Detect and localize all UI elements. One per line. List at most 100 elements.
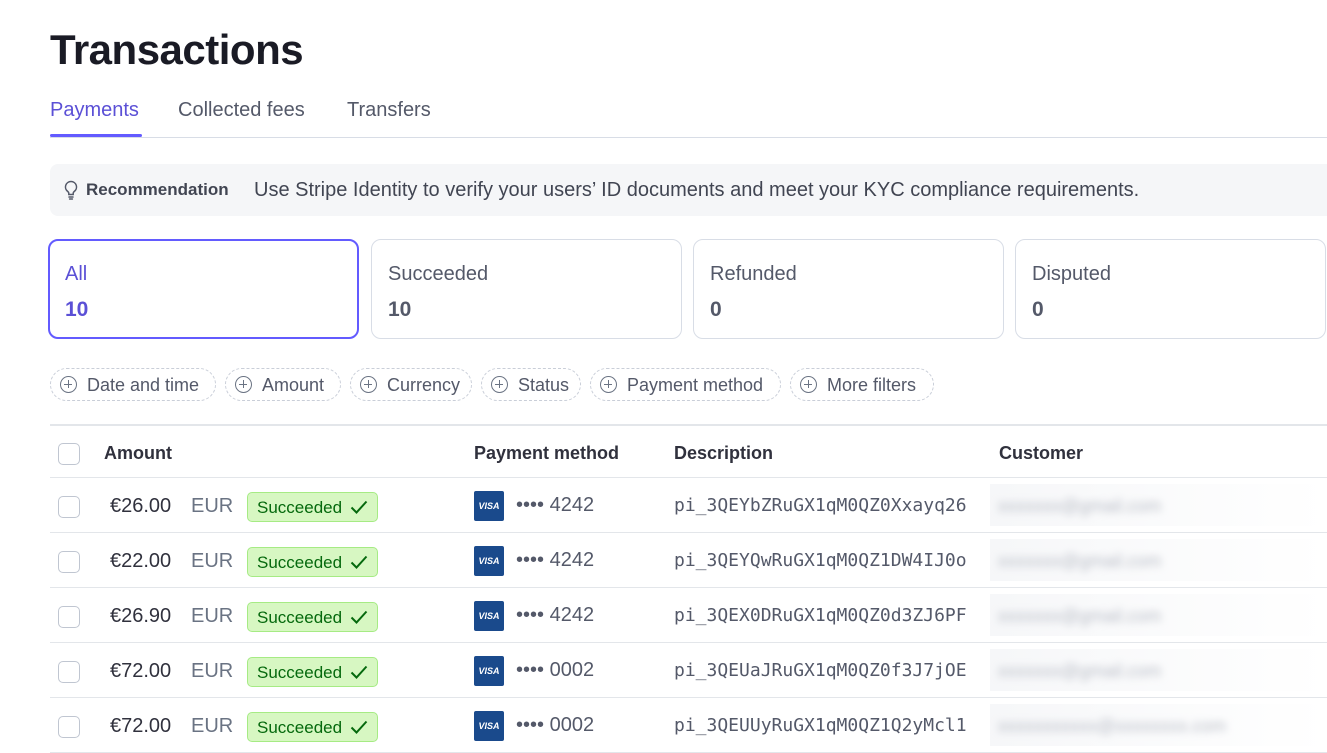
- status-card-label: Disputed: [1032, 263, 1111, 285]
- status-badge-label: Succeeded: [257, 498, 343, 517]
- table-row[interactable]: €26.90 EUR Succeeded VISA •••• 4242 pi_3…: [50, 588, 1327, 643]
- checkmark-icon: [350, 609, 368, 630]
- plus-circle-icon: [491, 376, 508, 393]
- plus-circle-icon: [360, 376, 377, 393]
- visa-card-icon: VISA: [474, 601, 504, 631]
- status-card-label: Succeeded: [388, 263, 489, 285]
- column-header-payment-method[interactable]: Payment method: [474, 443, 619, 464]
- status-card-count: 10: [388, 298, 412, 321]
- row-customer: xxxxxxx@gmail.com: [998, 606, 1162, 626]
- filter-label: Amount: [262, 375, 325, 395]
- row-amount: €72.00: [110, 660, 172, 682]
- column-header-customer[interactable]: Customer: [999, 443, 1083, 464]
- tab-transfers[interactable]: Transfers: [347, 99, 431, 122]
- status-card-count: 0: [710, 298, 722, 321]
- row-customer: xxxxxxx@gmail.com: [998, 496, 1162, 516]
- card-last4: •••• 0002: [516, 714, 595, 736]
- table-header: Amount Payment method Description Custom…: [50, 424, 1327, 478]
- row-customer: xxxxxxxxxxx@xxxxxxxx.com: [998, 716, 1227, 736]
- table-row[interactable]: €22.00 EUR Succeeded VISA •••• 4242 pi_3…: [50, 533, 1327, 588]
- row-currency: EUR: [191, 550, 234, 572]
- page-title: Transactions: [50, 26, 304, 73]
- checkmark-icon: [350, 499, 368, 520]
- filter-label: Payment method: [627, 375, 764, 395]
- recommendation-banner: Recommendation Use Stripe Identity to ve…: [50, 164, 1327, 216]
- row-currency: EUR: [191, 660, 234, 682]
- recommendation-text: Use Stripe Identity to verify your users…: [254, 179, 1140, 201]
- card-last4: •••• 4242: [516, 494, 595, 516]
- row-checkbox[interactable]: [58, 606, 80, 628]
- row-checkbox[interactable]: [58, 661, 80, 683]
- status-card-succeeded[interactable]: Succeeded 10: [371, 239, 682, 339]
- checkmark-icon: [350, 664, 368, 685]
- plus-circle-icon: [600, 376, 617, 393]
- status-badge-label: Succeeded: [257, 718, 343, 737]
- filter-currency[interactable]: Currency: [350, 368, 472, 401]
- filter-amount[interactable]: Amount: [225, 368, 341, 401]
- status-badge-label: Succeeded: [257, 663, 343, 682]
- checkmark-icon: [350, 719, 368, 740]
- filter-label: Date and time: [87, 375, 200, 395]
- row-description: pi_3QEUUyRuGX1qM0QZ1Q2yMcl1: [674, 715, 967, 736]
- column-header-description[interactable]: Description: [674, 443, 773, 464]
- plus-circle-icon: [235, 376, 252, 393]
- status-card-refunded[interactable]: Refunded 0: [693, 239, 1004, 339]
- row-amount: €26.00: [110, 495, 172, 517]
- status-badge: Succeeded: [247, 712, 378, 742]
- row-currency: EUR: [191, 605, 234, 627]
- recommendation-label: Recommendation: [86, 180, 229, 199]
- row-amount: €26.90: [110, 605, 172, 627]
- status-card-disputed[interactable]: Disputed 0: [1015, 239, 1326, 339]
- select-all-checkbox[interactable]: [58, 443, 80, 465]
- visa-card-icon: VISA: [474, 711, 504, 741]
- filter-payment-method[interactable]: Payment method: [590, 368, 781, 401]
- row-amount: €22.00: [110, 550, 172, 572]
- row-description: pi_3QEX0DRuGX1qM0QZ0d3ZJ6PF: [674, 605, 967, 626]
- filter-label: Currency: [387, 375, 461, 395]
- row-customer: xxxxxxx@gmail.com: [998, 661, 1162, 681]
- status-card-count: 10: [65, 298, 89, 321]
- status-badge: Succeeded: [247, 657, 378, 687]
- status-card-label: Refunded: [710, 263, 797, 285]
- row-checkbox[interactable]: [58, 716, 80, 738]
- column-header-amount[interactable]: Amount: [104, 443, 172, 464]
- visa-card-icon: VISA: [474, 546, 504, 576]
- table-row[interactable]: €26.00 EUR Succeeded VISA •••• 4242 pi_3…: [50, 478, 1327, 533]
- row-customer: xxxxxxx@gmail.com: [998, 551, 1162, 571]
- status-card-all[interactable]: All 10: [48, 239, 359, 339]
- card-last4: •••• 4242: [516, 604, 595, 626]
- card-last4: •••• 0002: [516, 659, 595, 681]
- tab-bar: Payments Collected fees Transfers: [50, 96, 1327, 138]
- status-card-label: All: [65, 263, 88, 285]
- table-row[interactable]: €72.00 EUR Succeeded VISA •••• 0002 pi_3…: [50, 698, 1327, 753]
- row-description: pi_3QEYQwRuGX1qM0QZ1DW4IJ0o: [674, 550, 967, 571]
- row-amount: €72.00: [110, 715, 172, 737]
- status-card-count: 0: [1032, 298, 1044, 321]
- row-checkbox[interactable]: [58, 496, 80, 518]
- filter-status[interactable]: Status: [481, 368, 581, 401]
- filter-label: Status: [518, 375, 570, 395]
- filter-more-filters[interactable]: More filters: [790, 368, 934, 401]
- tab-collected-fees[interactable]: Collected fees: [178, 99, 305, 122]
- filter-label: More filters: [827, 375, 917, 395]
- row-description: pi_3QEYbZRuGX1qM0QZ0Xxayq26: [674, 495, 967, 516]
- table-row[interactable]: €72.00 EUR Succeeded VISA •••• 0002 pi_3…: [50, 643, 1327, 698]
- row-currency: EUR: [191, 495, 234, 517]
- filter-date-and-time[interactable]: Date and time: [50, 368, 216, 401]
- row-checkbox[interactable]: [58, 551, 80, 573]
- row-description: pi_3QEUaJRuGX1qM0QZ0f3J7jOE: [674, 660, 967, 681]
- tab-payments[interactable]: Payments: [50, 99, 139, 122]
- active-tab-indicator: [50, 134, 142, 137]
- visa-card-icon: VISA: [474, 656, 504, 686]
- status-badge-label: Succeeded: [257, 553, 343, 572]
- checkmark-icon: [350, 554, 368, 575]
- row-currency: EUR: [191, 715, 234, 737]
- status-badge: Succeeded: [247, 492, 378, 522]
- lightbulb-icon: [63, 180, 79, 205]
- visa-card-icon: VISA: [474, 491, 504, 521]
- plus-circle-icon: [60, 376, 77, 393]
- card-last4: •••• 4242: [516, 549, 595, 571]
- plus-circle-icon: [800, 376, 817, 393]
- status-badge: Succeeded: [247, 547, 378, 577]
- status-badge: Succeeded: [247, 602, 378, 632]
